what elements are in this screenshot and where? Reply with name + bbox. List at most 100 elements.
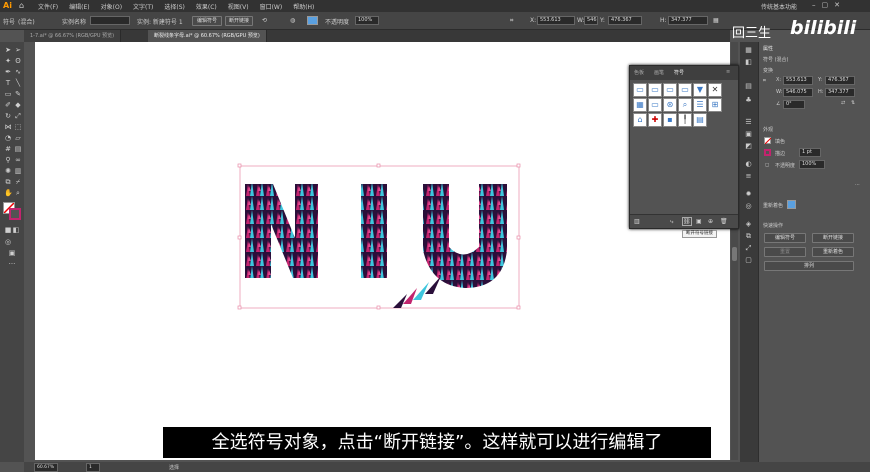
y-field[interactable]: 476.367 bbox=[825, 76, 855, 85]
draw-mode-icon[interactable]: ◎ bbox=[4, 238, 12, 246]
color-mode-icon[interactable]: ■ bbox=[4, 226, 12, 234]
pathfinder-dock-icon[interactable]: ◩ bbox=[744, 142, 753, 151]
new-symbol-icon[interactable]: ⊕ bbox=[708, 218, 713, 225]
free-transform-tool-icon[interactable]: ⬚ bbox=[14, 123, 22, 131]
recolor-icon[interactable]: ◍ bbox=[290, 17, 295, 24]
instance-name-input[interactable] bbox=[90, 16, 130, 25]
lasso-tool-icon[interactable]: ʘ bbox=[14, 57, 22, 65]
symbol-14[interactable]: ✚ bbox=[648, 113, 662, 127]
symbol-13[interactable]: ⌂ bbox=[633, 113, 647, 127]
eyedropper-tool-icon[interactable]: ⚲ bbox=[4, 156, 12, 164]
paintbrush-tool-icon[interactable]: ✎ bbox=[14, 90, 22, 98]
reference-point-icon[interactable]: ⌗ bbox=[510, 17, 513, 25]
symbol-1[interactable]: ▭ bbox=[633, 83, 647, 97]
symbol-libraries-icon[interactable]: ▥ bbox=[634, 218, 640, 225]
w-field[interactable]: 546.075 bbox=[783, 88, 813, 97]
export-dock-icon[interactable]: ⤢ bbox=[744, 244, 753, 253]
symbols-dock-icon[interactable]: ♣ bbox=[744, 96, 753, 105]
symbol-options-icon[interactable]: ▣ bbox=[696, 218, 702, 225]
scale-tool-icon[interactable]: ⤢ bbox=[14, 112, 22, 120]
symbol-2[interactable]: ▭ bbox=[648, 83, 662, 97]
menu-select[interactable]: 选择(S) bbox=[164, 2, 185, 11]
perspective-tool-icon[interactable]: ▱ bbox=[14, 134, 22, 142]
transform-dock-icon[interactable]: ▣ bbox=[744, 130, 753, 139]
artboard-canvas[interactable] bbox=[35, 42, 730, 460]
color-dock-icon[interactable]: ◐ bbox=[744, 160, 753, 169]
more-options-icon[interactable]: ··· bbox=[855, 182, 860, 188]
symbol-10[interactable]: ⌕ bbox=[678, 98, 692, 112]
delete-symbol-icon[interactable]: 🗑 bbox=[720, 218, 728, 225]
symbol-11[interactable]: ☰ bbox=[693, 98, 707, 112]
symbol-6[interactable]: ✕ bbox=[708, 83, 722, 97]
tab-symbols[interactable]: 符号 bbox=[674, 69, 684, 76]
stroke-swatch[interactable] bbox=[9, 208, 21, 220]
hand-tool-icon[interactable]: ✋ bbox=[4, 189, 13, 197]
h-field[interactable]: 347.377 bbox=[825, 88, 855, 97]
opacity-field[interactable]: 100% bbox=[799, 160, 825, 169]
menu-object[interactable]: 对象(O) bbox=[101, 2, 122, 11]
arrange-button[interactable]: 排列 bbox=[764, 261, 854, 271]
blend-tool-icon[interactable]: ∞ bbox=[14, 156, 22, 164]
home-icon[interactable]: ⌂ bbox=[19, 1, 28, 10]
magic-wand-tool-icon[interactable]: ✦ bbox=[4, 57, 12, 65]
shape-builder-tool-icon[interactable]: ◔ bbox=[4, 134, 12, 142]
edit-symbol-quick-button[interactable]: 编辑符号 bbox=[764, 233, 806, 243]
scrollbar-thumb[interactable] bbox=[732, 247, 737, 261]
artboard-page-field[interactable]: 1 bbox=[86, 463, 100, 472]
angle-field[interactable]: 0° bbox=[783, 100, 805, 109]
symbol-sprayer-tool-icon[interactable]: ✺ bbox=[4, 167, 12, 175]
curvature-tool-icon[interactable]: ∿ bbox=[14, 68, 22, 76]
panel-menu-icon[interactable]: ≡ bbox=[726, 69, 730, 75]
style-swatch[interactable] bbox=[307, 16, 318, 25]
symbol-15[interactable]: ▪ bbox=[663, 113, 677, 127]
menu-effect[interactable]: 效果(C) bbox=[196, 2, 217, 11]
stroke-width-field[interactable]: 1 pt bbox=[799, 148, 821, 157]
break-link-icon[interactable]: ⛓ bbox=[682, 217, 692, 226]
pen-tool-icon[interactable]: ✒ bbox=[4, 68, 12, 76]
transform-icon[interactable]: ▦ bbox=[713, 17, 719, 24]
layers-dock-icon[interactable]: ◧ bbox=[744, 58, 753, 67]
symbol-17[interactable]: ▤ bbox=[693, 113, 707, 127]
window-controls[interactable]: –▢✕ bbox=[812, 1, 846, 9]
rectangle-tool-icon[interactable]: ▭ bbox=[4, 90, 12, 98]
selection-tool-icon[interactable]: ➤ bbox=[4, 46, 12, 54]
layers-2-dock-icon[interactable]: ◈ bbox=[744, 220, 753, 229]
menu-type[interactable]: 文字(T) bbox=[133, 2, 153, 11]
h-input[interactable]: 347.377 bbox=[668, 16, 708, 25]
align-dock-icon[interactable]: ☰ bbox=[744, 118, 753, 127]
symbol-12[interactable]: ⊞ bbox=[708, 98, 722, 112]
tab-document-2[interactable]: 断裂线条字母.ai* @ 60.67% (RGB/GPU 预览) bbox=[148, 30, 267, 42]
links-dock-icon[interactable]: ⧉ bbox=[744, 232, 753, 241]
break-link-button[interactable]: 断开链接 bbox=[225, 16, 253, 26]
width-tool-icon[interactable]: ⋈ bbox=[4, 123, 12, 131]
graph-tool-icon[interactable]: ▥ bbox=[14, 167, 22, 175]
symbol-4[interactable]: ▭ bbox=[678, 83, 692, 97]
tab-brushes[interactable]: 画笔 bbox=[654, 69, 664, 76]
shaper-tool-icon[interactable]: ✐ bbox=[4, 101, 12, 109]
direct-selection-tool-icon[interactable]: ➢ bbox=[14, 46, 22, 54]
menu-edit[interactable]: 编辑(E) bbox=[69, 2, 89, 11]
artboards-dock-icon[interactable]: ▢ bbox=[744, 256, 753, 265]
reset-icon[interactable]: ⟲ bbox=[262, 17, 267, 24]
reference-point-icon[interactable]: ⌗ bbox=[763, 78, 766, 84]
place-instance-icon[interactable]: ⤷ bbox=[670, 218, 673, 226]
artwork-niu[interactable] bbox=[35, 42, 730, 460]
eraser-tool-icon[interactable]: ◆ bbox=[14, 101, 22, 109]
properties-dock-icon[interactable]: ▦ bbox=[744, 46, 753, 55]
recolor-quick-button[interactable]: 重新着色 bbox=[812, 247, 854, 257]
recolor-swatch[interactable] bbox=[787, 200, 796, 209]
symbol-8[interactable]: ▭ bbox=[648, 98, 662, 112]
w-input[interactable]: 546.075 bbox=[584, 16, 598, 25]
rotate-tool-icon[interactable]: ↻ bbox=[4, 112, 12, 120]
gradient-mode-icon[interactable]: ◧ bbox=[12, 226, 20, 234]
artboard-tool-icon[interactable]: ⧉ bbox=[4, 178, 12, 186]
swatches-dock-icon[interactable]: ▤ bbox=[744, 82, 753, 91]
symbol-9[interactable]: ⊛ bbox=[663, 98, 677, 112]
menu-view[interactable]: 视图(V) bbox=[228, 2, 249, 11]
tab-document-1[interactable]: 1-7.ai* @ 66.67% (RGB/GPU 预览) bbox=[24, 30, 122, 42]
graphic-styles-dock-icon[interactable]: ◎ bbox=[744, 202, 753, 211]
menu-file[interactable]: 文件(F) bbox=[38, 2, 58, 11]
fill-none-icon[interactable] bbox=[764, 137, 772, 145]
more-tools-icon[interactable]: ··· bbox=[8, 260, 16, 268]
x-field[interactable]: 553.613 bbox=[783, 76, 813, 85]
